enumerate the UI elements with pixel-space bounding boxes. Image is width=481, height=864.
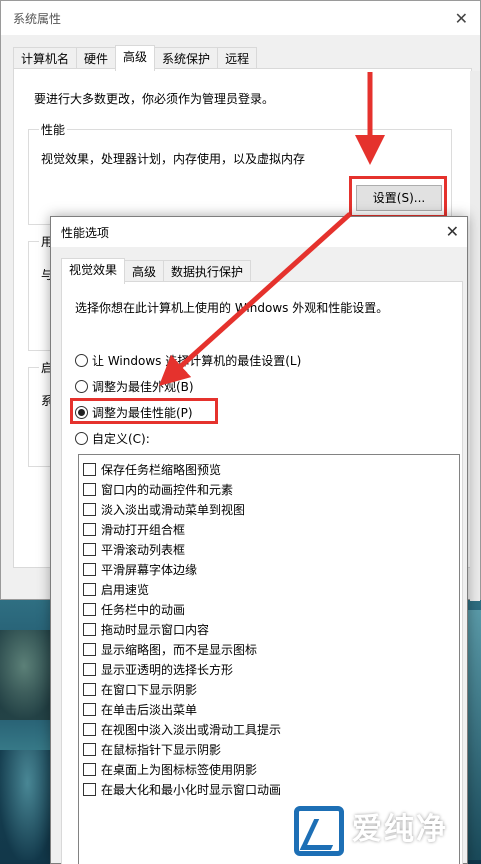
effect-item[interactable]: 在最大化和最小化时显示窗口动画	[79, 779, 459, 799]
checkbox[interactable]	[83, 682, 96, 696]
tab-advanced[interactable]: 高级	[124, 260, 165, 283]
effect-label: 启用速览	[101, 582, 150, 597]
title-bar: 系统属性	[1, 1, 480, 35]
effect-label: 在鼠标指针下显示阴影	[101, 742, 222, 757]
tab-advanced[interactable]: 高级	[115, 45, 156, 71]
tab-remote[interactable]: 远程	[217, 47, 258, 70]
scroll-rail	[470, 71, 480, 601]
checkbox[interactable]	[83, 502, 96, 516]
option-label: 调整为最佳外观(B)	[92, 380, 194, 394]
tab-system-protection[interactable]: 系统保护	[154, 47, 219, 70]
effect-label: 任务栏中的动画	[101, 602, 186, 617]
title-bar: 性能选项	[51, 217, 467, 247]
effect-item[interactable]: 在鼠标指针下显示阴影	[79, 739, 459, 759]
checkbox[interactable]	[83, 782, 96, 796]
tab-dep[interactable]: 数据执行保护	[163, 260, 252, 283]
effect-label: 平滑滚动列表框	[101, 542, 186, 557]
effect-item[interactable]: 淡入淡出或滑动菜单到视图	[79, 499, 459, 519]
watermark-logo-icon	[294, 806, 344, 856]
effect-item[interactable]: 滑动打开组合框	[79, 519, 459, 539]
effect-item[interactable]: 启用速览	[79, 579, 459, 599]
checkbox[interactable]	[83, 482, 96, 496]
window-title: 性能选项	[61, 225, 110, 240]
effect-label: 在单击后淡出菜单	[101, 702, 198, 717]
checkbox[interactable]	[83, 702, 96, 716]
effect-label: 显示缩略图，而不是显示图标	[101, 642, 258, 657]
option-label: 让 Windows 选择计算机的最佳设置(L)	[92, 354, 302, 368]
watermark-url: aichunjing.com	[352, 844, 447, 857]
visual-effects-tab-page: 选择你想在此计算机上使用的 Windows 外观和性能设置。 让 Windows…	[61, 281, 463, 864]
effect-item[interactable]: 保存任务栏缩略图预览	[79, 459, 459, 479]
option-let-windows-choose[interactable]: 让 Windows 选择计算机的最佳设置(L)	[75, 352, 301, 369]
checkbox[interactable]	[83, 562, 96, 576]
checkbox[interactable]	[83, 582, 96, 596]
watermark-text: 爱纯净	[352, 812, 448, 847]
tab-strip: 计算机名 硬件 高级 系统保护 远程	[13, 45, 258, 71]
effect-item[interactable]: 显示亚透明的选择长方形	[79, 659, 459, 679]
effect-label: 在窗口下显示阴影	[101, 682, 198, 697]
option-label: 自定义(C):	[92, 432, 150, 446]
close-icon[interactable]: ✕	[446, 222, 459, 241]
settings-highlight-box	[349, 176, 447, 218]
effect-item[interactable]: 显示缩略图，而不是显示图标	[79, 639, 459, 659]
checkbox[interactable]	[83, 542, 96, 556]
effect-label: 显示亚透明的选择长方形	[101, 662, 234, 677]
checkbox[interactable]	[83, 662, 96, 676]
effect-label: 滑动打开组合框	[101, 522, 186, 537]
effect-item[interactable]: 窗口内的动画控件和元素	[79, 479, 459, 499]
radio-button[interactable]	[75, 354, 88, 367]
tab-strip: 视觉效果 高级 数据执行保护	[61, 258, 252, 284]
checkbox[interactable]	[83, 722, 96, 736]
checkbox[interactable]	[83, 602, 96, 616]
performance-description: 视觉效果，处理器计划，内存使用，以及虚拟内存	[41, 152, 306, 166]
effect-label: 在视图中淡入淡出或滑动工具提示	[101, 722, 282, 737]
effect-label: 窗口内的动画控件和元素	[101, 482, 234, 497]
effect-item[interactable]: 在单击后淡出菜单	[79, 699, 459, 719]
radio-button[interactable]	[75, 380, 88, 393]
best-performance-highlight-box	[70, 398, 218, 424]
close-icon[interactable]: ✕	[455, 9, 468, 28]
option-custom[interactable]: 自定义(C):	[75, 430, 150, 447]
effect-item[interactable]: 平滑屏幕字体边缘	[79, 559, 459, 579]
tab-visual-effects[interactable]: 视觉效果	[61, 258, 126, 284]
effect-item[interactable]: 在视图中淡入淡出或滑动工具提示	[79, 719, 459, 739]
effect-label: 拖动时显示窗口内容	[101, 622, 210, 637]
checkbox[interactable]	[83, 642, 96, 656]
tab-hardware[interactable]: 硬件	[76, 47, 117, 70]
tab-computer-name[interactable]: 计算机名	[13, 47, 78, 70]
effect-label: 平滑屏幕字体边缘	[101, 562, 198, 577]
checkbox[interactable]	[83, 622, 96, 636]
effect-item[interactable]: 在桌面上为图标标签使用阴影	[79, 759, 459, 779]
checkbox[interactable]	[83, 522, 96, 536]
performance-label: 性能	[39, 121, 68, 138]
checkbox[interactable]	[83, 462, 96, 476]
effect-label: 淡入淡出或滑动菜单到视图	[101, 502, 246, 517]
performance-options-window: 性能选项 ✕ 视觉效果 高级 数据执行保护 选择你想在此计算机上使用的 Wind…	[50, 216, 468, 864]
admin-note: 要进行大多数更改，你必须作为管理员登录。	[34, 92, 275, 106]
desktop-rock	[0, 750, 55, 860]
effect-label: 在最大化和最小化时显示窗口动画	[101, 782, 282, 797]
watermark: 爱纯净 aichunjing.com	[290, 800, 481, 864]
radio-button[interactable]	[75, 432, 88, 445]
effect-item[interactable]: 任务栏中的动画	[79, 599, 459, 619]
effect-label: 保存任务栏缩略图预览	[101, 462, 222, 477]
checkbox[interactable]	[83, 742, 96, 756]
checkbox[interactable]	[83, 762, 96, 776]
window-title: 系统属性	[13, 11, 62, 26]
effect-label: 在桌面上为图标标签使用阴影	[101, 762, 258, 777]
option-best-appearance[interactable]: 调整为最佳外观(B)	[75, 378, 194, 395]
intro-text: 选择你想在此计算机上使用的 Windows 外观和性能设置。	[75, 301, 389, 315]
effect-item[interactable]: 拖动时显示窗口内容	[79, 619, 459, 639]
effect-item[interactable]: 在窗口下显示阴影	[79, 679, 459, 699]
effect-item[interactable]: 平滑滚动列表框	[79, 539, 459, 559]
